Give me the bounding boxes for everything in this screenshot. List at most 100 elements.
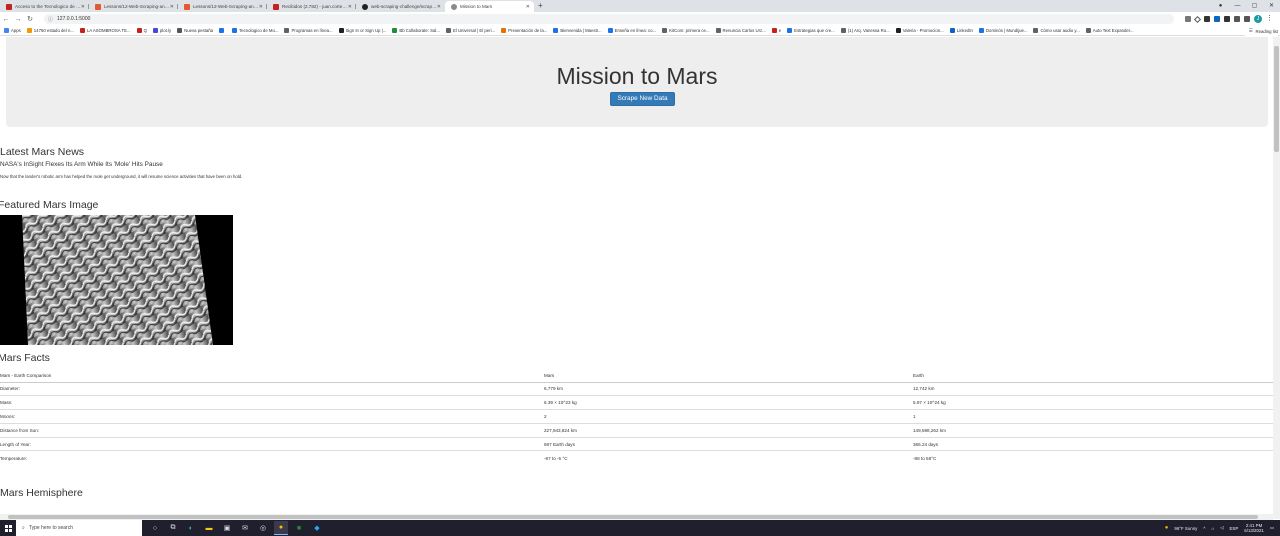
browser-tab[interactable]: web-scraping-challenge/scrape_mars.py✕ <box>356 1 445 12</box>
clock[interactable]: 2:41 PM 6/13/2021 <box>1244 523 1264 533</box>
bookmark-item[interactable]: Enseña en línea: co... <box>607 28 657 33</box>
mars-facts-table: Mars - Earth Comparison Mars Earth Diame… <box>0 370 1274 465</box>
close-tab-icon[interactable]: ✕ <box>437 4 441 10</box>
bookmark-item[interactable]: Bienvenida | Maestr... <box>553 28 602 33</box>
page-title: Mission to Mars <box>556 63 718 89</box>
profile-avatar[interactable]: J <box>1254 15 1262 23</box>
vertical-scrollbar[interactable] <box>1273 37 1280 519</box>
browser-tab[interactable]: Acceso to the Tecnologico de Monterrey✕ <box>0 1 89 12</box>
browser-tab[interactable]: Lessons/12-Web-Scraping-and-Document-Dat… <box>178 1 267 12</box>
browser-tab[interactable]: Recibidos (2.782) - juan.cortes@ ✕ <box>267 1 356 12</box>
bookmark-item[interactable]: 14750 estado del n... <box>26 28 74 33</box>
featured-mars-image[interactable] <box>0 215 233 345</box>
bookmark-item[interactable]: Q <box>136 28 147 33</box>
bookmark-favicon-icon <box>392 28 398 33</box>
bookmark-favicon-icon <box>715 28 721 33</box>
bookmark-item[interactable]: plot.ly <box>152 28 171 33</box>
close-tab-icon[interactable]: ✕ <box>526 4 530 10</box>
new-tab-button[interactable]: + <box>538 1 543 12</box>
weather-text[interactable]: 96°F Sunny <box>1174 526 1197 531</box>
file-explorer-icon[interactable]: ▬ <box>202 521 216 535</box>
forward-arrow-icon[interactable]: → <box>12 16 24 23</box>
taskbar-apps: ○ ⧉ ◐ ▬ ▣ ✉ ◎ ● ■ ◆ <box>148 521 324 535</box>
site-info-icon[interactable]: ⓘ <box>48 16 53 23</box>
bookmark-item[interactable]: Bb Collaborate: Sal... <box>392 28 440 33</box>
bookmark-item[interactable]: LinkedIn <box>949 28 973 33</box>
bookmark-item[interactable]: Sign In or Sign Up |... <box>338 28 386 33</box>
chrome-icon[interactable]: ● <box>274 521 288 535</box>
bookmark-item[interactable]: El Universal | El peri... <box>445 28 495 33</box>
bookmark-item[interactable]: Renuncia Carlos Urz... <box>715 28 766 33</box>
bookmark-item[interactable]: e <box>771 28 781 33</box>
bookmark-favicon-icon <box>152 28 158 33</box>
bookmark-item[interactable]: Auto Text Expander... <box>1085 28 1134 33</box>
store-icon[interactable]: ▣ <box>220 521 234 535</box>
minimize-button[interactable]: — <box>1229 0 1246 12</box>
bookmark-item[interactable]: (1) Arq. Vanessa Ro... <box>840 28 890 33</box>
bookmark-item[interactable]: Estrategias que cre... <box>787 28 835 33</box>
bookmark-item[interactable]: LA ASOMBROSA TE... <box>79 28 131 33</box>
edge-icon[interactable]: ◐ <box>184 521 198 535</box>
volume-icon[interactable]: ◁ <box>1220 525 1223 531</box>
extension-icon[interactable] <box>1224 16 1230 22</box>
bookmark-star-icon[interactable] <box>1193 15 1202 23</box>
excel-icon[interactable]: ■ <box>292 521 306 535</box>
close-tab-icon[interactable]: ✕ <box>170 4 174 10</box>
bookmark-item[interactable]: Valeria - Promocion... <box>895 28 944 33</box>
table-row: Temperature: -87 to -5 °C -88 to 58°C <box>0 450 1274 465</box>
featured-image-heading: Featured Mars Image <box>0 199 99 211</box>
menu-kebab-icon[interactable]: ⋮ <box>1266 15 1273 22</box>
cortana-icon[interactable]: ○ <box>148 521 162 535</box>
close-tab-icon[interactable]: ✕ <box>81 4 85 10</box>
close-window-button[interactable]: ✕ <box>1263 0 1280 12</box>
bookmark-item[interactable]: KitCom: primera ce... <box>662 28 710 33</box>
browser-tab-active[interactable]: Mission to Mars ✕ <box>445 1 534 12</box>
reading-list-button[interactable]: ☰ Reading list <box>1244 26 1278 36</box>
column-header: Mars <box>544 370 913 383</box>
dell-icon[interactable]: ◎ <box>256 521 270 535</box>
address-bar[interactable]: ⓘ 127.0.0.1:5000 <box>44 14 1174 24</box>
reload-icon[interactable]: ↻ <box>24 15 36 23</box>
scrollbar-thumb[interactable] <box>1274 46 1279 152</box>
bookmark-label: Auto Text Expander... <box>1092 28 1134 33</box>
back-arrow-icon[interactable]: ← <box>0 16 12 23</box>
start-button[interactable] <box>0 520 16 536</box>
extension-icon[interactable] <box>1204 16 1210 22</box>
scrape-new-data-button[interactable]: Scrape New Data <box>610 92 675 106</box>
bookmark-item[interactable]: Programas en línea... <box>284 28 333 33</box>
bookmark-item[interactable]: Apps <box>4 28 21 33</box>
bookmark-item[interactable]: Cómo usar audio y... <box>1033 28 1080 33</box>
mail-icon[interactable]: ✉ <box>238 521 252 535</box>
gmail-icon <box>273 3 279 10</box>
media-icon[interactable] <box>1244 16 1250 22</box>
browser-tab[interactable]: Lessons/12-Web-Scraping-and-Document-Dat… <box>89 1 178 12</box>
extension-icon[interactable] <box>1214 16 1220 22</box>
chrome-menu-dot-icon[interactable]: ● <box>1212 0 1229 12</box>
bookmark-item[interactable] <box>219 28 226 33</box>
bookmark-favicon-icon <box>1085 28 1091 33</box>
puzzle-icon[interactable] <box>1234 16 1240 22</box>
translate-icon[interactable] <box>1185 16 1191 22</box>
taskbar-search-box[interactable]: ⌕ Type here to search <box>16 520 142 536</box>
bookmark-favicon-icon <box>840 28 846 33</box>
bookmark-label: Tecnologico de Mo... <box>239 28 279 33</box>
task-view-icon[interactable]: ⧉ <box>166 521 180 535</box>
notifications-icon[interactable]: ▭ <box>1270 525 1274 531</box>
maximize-button[interactable]: ▢ <box>1246 0 1263 12</box>
bookmark-favicon-icon <box>607 28 613 33</box>
scrollbar-thumb[interactable] <box>8 515 1258 519</box>
bookmark-favicon-icon <box>662 28 668 33</box>
bookmark-favicon-icon <box>4 28 9 33</box>
close-tab-icon[interactable]: ✕ <box>348 4 352 10</box>
bookmark-item[interactable]: Presentación de la... <box>501 28 547 33</box>
bookmark-label: Enseña en línea: co... <box>614 28 657 33</box>
bookmark-item[interactable]: Nueva pestaña <box>177 28 213 33</box>
vscode-icon[interactable]: ◆ <box>310 521 324 535</box>
bookmark-item[interactable]: Tecnologico de Mo... <box>232 28 278 33</box>
close-tab-icon[interactable]: ✕ <box>259 4 263 10</box>
language-indicator[interactable]: ESP <box>1230 526 1239 531</box>
table-row: Diameter: 6,779 km 12,742 km <box>0 381 1274 396</box>
network-icon[interactable]: ⌂ <box>1211 526 1214 531</box>
chevron-up-icon[interactable]: ^ <box>1203 526 1205 531</box>
bookmark-item[interactable]: Dominós | Mundijue... <box>978 28 1027 33</box>
